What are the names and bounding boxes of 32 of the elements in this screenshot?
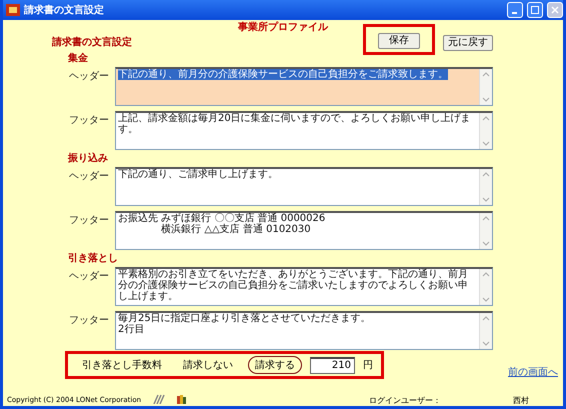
text-area[interactable]: 下記の通り、前月分の介護保険サービスの自己負担分をご請求致します。 <box>115 67 493 106</box>
books-icon <box>177 394 188 404</box>
field-label: ヘッダー <box>68 170 110 183</box>
back-link[interactable]: 前の画面へ <box>508 365 558 379</box>
currency-unit: 円 <box>363 359 373 372</box>
fee-label: 引き落とし手数料 <box>82 358 162 372</box>
fee-option[interactable]: 請求しない <box>176 356 240 374</box>
text-area[interactable]: 上記、請求金額は毎月20日に集金に伺いますので、よろしくお願い申し上げます。 <box>115 111 493 150</box>
section-title: 振り込み <box>66 153 109 165</box>
window-title: 請求書の文言設定 <box>24 3 105 17</box>
login-label: ログインユーザー： <box>369 394 441 406</box>
section-title: 引き落とし <box>67 253 119 265</box>
page-title: 請求書の文言設定 <box>52 37 133 49</box>
minimize-button[interactable] <box>507 2 523 18</box>
app-icon <box>6 4 20 16</box>
field-label: ヘッダー <box>68 70 110 83</box>
login-user: 西村 <box>513 394 529 406</box>
section-title: 集金 <box>67 53 89 65</box>
save-button[interactable]: 保存 <box>378 32 420 48</box>
field-label: フッター <box>68 314 110 327</box>
field-label: フッター <box>68 214 110 227</box>
fee-option[interactable]: 請求する <box>248 356 302 374</box>
close-icon <box>551 6 559 14</box>
text-area[interactable]: 下記の通り、ご請求申し上げます。 <box>115 167 493 206</box>
field-label: ヘッダー <box>68 270 110 283</box>
amount-field[interactable]: 210 <box>310 356 355 374</box>
page-heading: 事業所プロファイル <box>237 20 330 34</box>
field-label: フッター <box>68 114 110 127</box>
maximize-icon <box>531 6 539 14</box>
close-button[interactable] <box>547 2 563 18</box>
maximize-button[interactable] <box>527 2 543 18</box>
revert-button[interactable]: 元に戻す <box>443 35 493 51</box>
